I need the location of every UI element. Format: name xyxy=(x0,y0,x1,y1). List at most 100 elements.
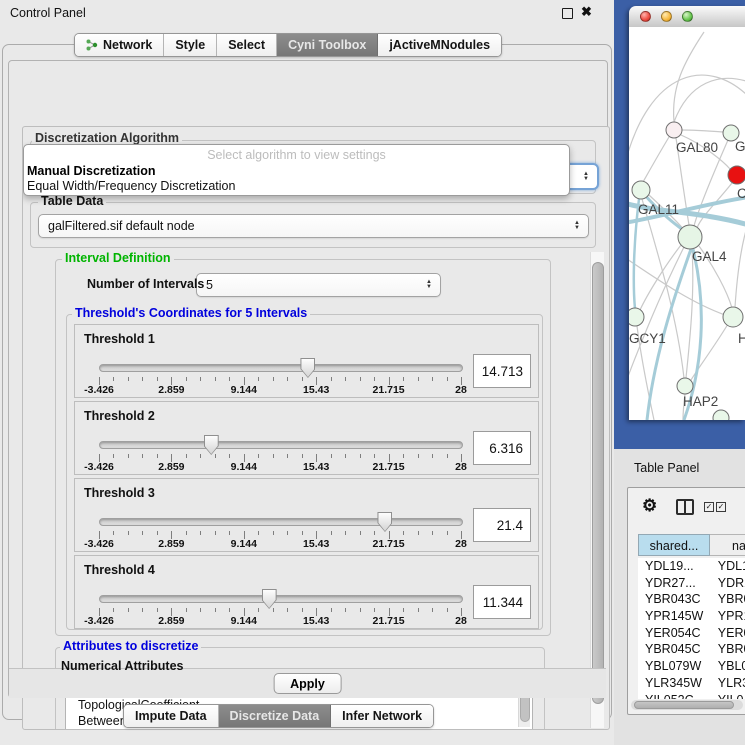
float-window-icon[interactable] xyxy=(562,8,573,19)
cell-shared-name[interactable]: YDR27... xyxy=(638,575,707,592)
slider-track[interactable] xyxy=(99,518,463,526)
checkbox-icon[interactable]: ✓ xyxy=(716,502,726,512)
zoom-traffic-light-icon[interactable] xyxy=(682,11,693,22)
tab-jactivemnodules[interactable]: jActiveMNodules xyxy=(378,34,501,56)
network-node-h[interactable] xyxy=(723,307,743,327)
cell-name[interactable]: YLR3 xyxy=(707,675,745,692)
tab-infer-network[interactable]: Infer Network xyxy=(331,705,433,727)
tick-mark xyxy=(113,377,114,381)
network-canvas[interactable]: GAL80GCGAL11GAL4GCY1HHAP2 xyxy=(629,27,745,420)
cell-name[interactable]: YBR0 xyxy=(707,591,745,608)
table-header-name[interactable]: na xyxy=(710,534,745,556)
table-horizontal-scrollbar[interactable] xyxy=(631,700,743,710)
slider-thumb[interactable] xyxy=(377,512,392,532)
table-body: YDL19...YDL1YDR27...YDR2YBR043CYBR0YPR14… xyxy=(638,558,745,699)
table-data-combobox[interactable]: galFiltered.sif default node ▲▼ xyxy=(38,214,589,238)
cell-shared-name[interactable]: YPR145W xyxy=(638,608,707,625)
gear-icon[interactable]: ⚙ xyxy=(642,496,657,516)
table-row[interactable]: YIL052CYIL0 xyxy=(638,692,745,700)
cell-shared-name[interactable]: YLR345W xyxy=(638,675,707,692)
table-header-row: shared... na xyxy=(638,534,745,556)
minimize-traffic-light-icon[interactable] xyxy=(661,11,672,22)
network-node-gal4[interactable] xyxy=(678,225,702,249)
table-row[interactable]: YPR145WYPR1 xyxy=(638,608,745,625)
network-edge[interactable] xyxy=(735,227,745,307)
cell-name[interactable]: YBL0 xyxy=(707,658,745,675)
tick-label: 9.144 xyxy=(231,615,257,627)
split-columns-icon[interactable] xyxy=(676,499,694,515)
network-edge[interactable] xyxy=(643,137,669,182)
threshold-value-field[interactable]: 6.316 xyxy=(473,431,531,465)
apply-button[interactable]: Apply xyxy=(273,673,342,694)
cell-name[interactable]: YER0 xyxy=(707,625,745,642)
table-row[interactable]: YBR043CYBR0 xyxy=(638,591,745,608)
dropdown-option-manual-discretization[interactable]: Manual Discretization xyxy=(27,164,156,178)
tick-mark xyxy=(432,531,433,535)
threshold-value-field[interactable]: 11.344 xyxy=(473,585,531,619)
cell-shared-name[interactable]: YBR043C xyxy=(638,591,707,608)
slider-thumb[interactable] xyxy=(300,358,315,378)
network-graph[interactable]: GAL80GCGAL11GAL4GCY1HHAP2 xyxy=(629,27,745,420)
tab-impute-data[interactable]: Impute Data xyxy=(124,705,219,727)
network-edge[interactable] xyxy=(682,130,723,132)
network-node-gal11[interactable] xyxy=(632,181,650,199)
attributes-group-label: Attributes to discretize xyxy=(60,639,201,653)
slider-thumb[interactable] xyxy=(204,435,219,455)
tick-mark xyxy=(360,454,361,458)
network-edge[interactable] xyxy=(686,249,693,378)
slider-thumb[interactable] xyxy=(262,589,277,609)
cell-name[interactable]: YDL1 xyxy=(707,558,745,575)
tick-label: 28 xyxy=(455,461,467,473)
dropdown-placeholder-item[interactable]: Select algorithm to view settings xyxy=(24,148,569,162)
table-row[interactable]: YBR045CYBR0 xyxy=(638,641,745,658)
tab-discretize-data[interactable]: Discretize Data xyxy=(219,705,332,727)
cell-shared-name[interactable]: YBR045C xyxy=(638,641,707,658)
close-traffic-light-icon[interactable] xyxy=(640,11,651,22)
threshold-value-field[interactable]: 14.713 xyxy=(473,354,531,388)
threshold-value-field[interactable]: 21.4 xyxy=(473,508,531,542)
panel-vertical-scrollbar[interactable] xyxy=(590,252,604,728)
tick-mark xyxy=(157,377,158,381)
tick-mark xyxy=(113,531,114,535)
tab-cyni-toolbox[interactable]: Cyni Toolbox xyxy=(277,34,378,56)
checkbox-icon[interactable]: ✓ xyxy=(704,502,714,512)
table-header-shared-name[interactable]: shared... xyxy=(638,534,710,556)
network-node-c[interactable] xyxy=(728,166,745,184)
table-row[interactable]: YLR345WYLR3 xyxy=(638,675,745,692)
cell-name[interactable]: YPR1 xyxy=(707,608,745,625)
table-data-combobox-value: galFiltered.sif default node xyxy=(48,219,195,233)
panel-vertical-scrollbar-thumb[interactable] xyxy=(592,262,604,704)
cell-shared-name[interactable]: YBL079W xyxy=(638,658,707,675)
table-row[interactable]: YER054CYER0 xyxy=(638,625,745,642)
table-horizontal-scrollbar-thumb[interactable] xyxy=(634,701,734,709)
slider-track[interactable] xyxy=(99,595,463,603)
number-of-intervals-spinner[interactable]: 5 ▲▼ xyxy=(196,273,441,297)
cell-shared-name[interactable]: YDL19... xyxy=(638,558,707,575)
network-node-hap2[interactable] xyxy=(677,378,693,394)
cell-name[interactable]: YBR0 xyxy=(707,641,745,658)
cell-name[interactable]: YIL0 xyxy=(707,692,745,700)
tick-mark xyxy=(142,531,143,535)
tick-mark xyxy=(403,377,404,381)
close-icon[interactable]: ✖ xyxy=(581,4,592,20)
slider-track[interactable] xyxy=(99,364,463,372)
slider-track[interactable] xyxy=(99,441,463,449)
network-node-gcy1[interactable] xyxy=(629,308,644,326)
network-node-gal80[interactable] xyxy=(666,122,682,138)
tick-mark xyxy=(447,531,448,535)
table-row[interactable]: YBL079WYBL0 xyxy=(638,658,745,675)
network-window-titlebar[interactable] xyxy=(629,6,745,28)
tick-mark xyxy=(302,531,303,535)
tab-style[interactable]: Style xyxy=(164,34,217,56)
tab-select[interactable]: Select xyxy=(217,34,277,56)
tab-network[interactable]: Network xyxy=(75,34,164,56)
table-row[interactable]: YDL19...YDL1 xyxy=(638,558,745,575)
tick-label: 9.144 xyxy=(231,384,257,396)
cell-shared-name[interactable]: YER054C xyxy=(638,625,707,642)
cell-name[interactable]: YDR2 xyxy=(707,575,745,592)
network-node[interactable] xyxy=(713,410,729,420)
table-row[interactable]: YDR27...YDR2 xyxy=(638,575,745,592)
tick-mark xyxy=(418,608,419,612)
cell-shared-name[interactable]: YIL052C xyxy=(638,692,707,700)
dropdown-option-equal-width-frequency[interactable]: Equal Width/Frequency Discretization xyxy=(27,179,235,193)
